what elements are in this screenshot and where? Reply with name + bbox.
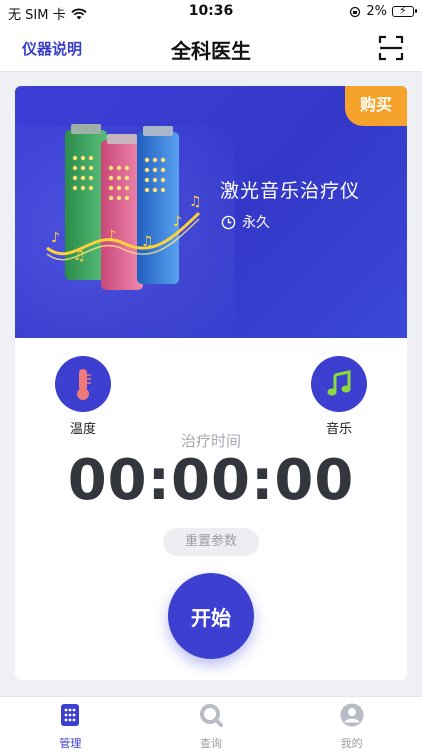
svg-text:♪: ♪ [51,230,60,246]
battery-icon: ⚡ [392,4,417,17]
device-card: 购买 ♪ ♫ ♪ ♫ ♪ ♫ 激光音乐治疗仪 永久 温度 音乐 治疗时间 00:… [15,86,407,680]
user-icon [340,703,364,727]
laser-music-device-image: ♪ ♫ ♪ ♫ ♪ ♫ [46,124,202,290]
svg-text:♫: ♫ [189,194,202,210]
status-right: 2% ⚡ [349,4,417,19]
tab-search[interactable]: 查询 [141,697,282,750]
temperature-button[interactable] [55,356,111,412]
product-banner: 购买 ♪ ♫ ♪ ♫ ♪ ♫ 激光音乐治疗仪 永久 [15,86,407,338]
tab-bar: 管理 查询 我的 [0,696,422,750]
tab-profile[interactable]: 我的 [281,697,422,750]
nav-bar: 仪器说明 全科医生 [0,24,422,72]
status-bar: 无 SIM 卡 10:36 2% ⚡ [0,0,422,24]
music-button[interactable] [311,356,367,412]
battery-percent: 2% [366,4,387,19]
tab-manage-label: 管理 [59,737,82,750]
svg-text:♫: ♫ [141,234,154,250]
treatment-timer: 00:00:00 [67,448,355,513]
grid-icon [61,704,80,726]
svg-text:♫: ♫ [73,248,86,264]
svg-text:♪: ♪ [107,228,116,244]
music-control[interactable]: 音乐 [309,356,369,437]
buy-button[interactable]: 购买 [345,86,407,126]
search-icon [200,704,223,727]
start-button[interactable]: 开始 [168,573,254,659]
duration-row: 永久 [221,212,270,232]
scan-icon[interactable] [378,35,404,61]
music-note-icon [327,370,351,396]
duration-text: 永久 [242,215,270,231]
thermometer-icon [77,369,91,400]
tab-search-label: 查询 [200,737,222,750]
reset-parameters-button[interactable]: 重置参数 [163,528,259,556]
orientation-lock-icon [350,6,361,17]
instrument-guide-link[interactable]: 仪器说明 [22,38,82,59]
clock-icon [221,215,236,229]
tab-profile-label: 我的 [340,737,363,750]
product-name: 激光音乐治疗仪 [220,180,361,202]
tab-manage[interactable]: 管理 [0,697,141,750]
svg-text:♪: ♪ [173,214,182,230]
temperature-control[interactable]: 温度 [53,356,113,437]
